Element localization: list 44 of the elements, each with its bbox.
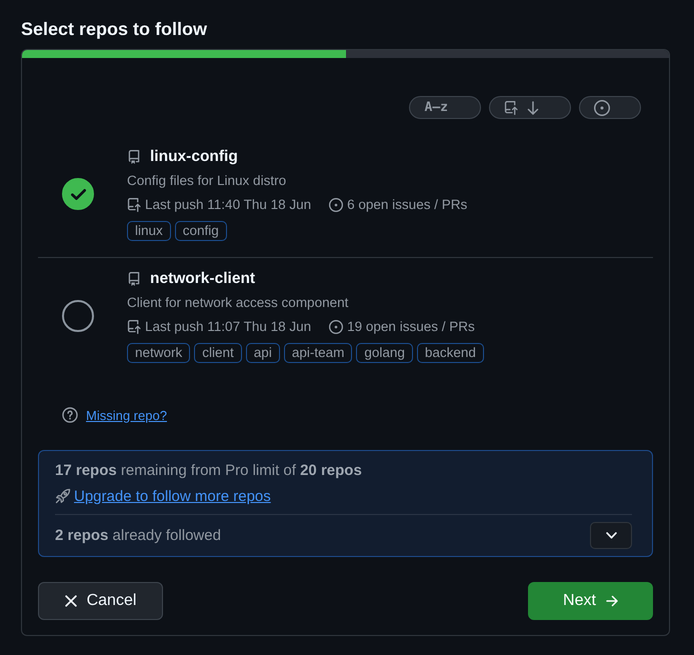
arrow-down-icon: [526, 100, 540, 114]
topic-tag: config: [174, 221, 227, 241]
issue-icon: [329, 320, 344, 334]
next-button[interactable]: Next: [528, 582, 653, 620]
help-icon: [62, 407, 78, 423]
select-toggle[interactable]: [62, 178, 94, 210]
sort-issues-button[interactable]: [579, 96, 641, 119]
last-push-text: Last push 11:07 Thu 18 Jun: [145, 319, 312, 334]
repo-description: Config files for Linux distro: [127, 172, 288, 190]
topic-tag: golang: [356, 343, 413, 363]
issues-count: 19 open issues / PRs: [347, 319, 475, 334]
repo-icon: [127, 150, 141, 164]
upgrade-link[interactable]: Upgrade to follow more repos: [74, 488, 271, 504]
issues-count: 6 open issues / PRs: [347, 197, 468, 212]
issue-icon: [329, 198, 344, 212]
dialog-title: Select repos to follow: [21, 18, 208, 40]
repo-name: network-client: [150, 270, 256, 288]
topic-tag: backend: [416, 343, 484, 363]
arrow-right-icon: [606, 595, 618, 607]
last-push-text: Last push 11:40 Thu 18 Jun: [145, 197, 312, 212]
sort-name-button[interactable]: A–z: [408, 96, 481, 119]
push-icon: [127, 198, 141, 212]
push-icon: [127, 320, 141, 334]
topic-tag: network: [127, 343, 190, 363]
close-icon: [64, 595, 77, 607]
topic-tag: api: [246, 343, 280, 363]
cancel-button[interactable]: Cancel: [38, 582, 163, 620]
check-icon: [70, 188, 86, 200]
repo-description: Client for network access component: [127, 294, 350, 312]
select-toggle[interactable]: [62, 300, 94, 332]
sort-push-button[interactable]: [489, 96, 571, 119]
limit-text: 17 repos remaining from Pro limit of 20 repos: [55, 461, 363, 481]
topic-tag: linux: [127, 221, 171, 241]
push-icon: [504, 100, 518, 114]
repo-name: linux-config: [150, 148, 238, 166]
rocket-icon: [55, 488, 71, 504]
chevron-down-icon: [606, 532, 616, 539]
followed-count: 2 repos already followed: [55, 526, 221, 546]
repo-icon: [127, 272, 141, 286]
topic-tag: client: [194, 343, 242, 363]
expand-button[interactable]: [590, 522, 632, 549]
topic-tag: api-team: [284, 343, 352, 363]
issue-icon: [594, 100, 610, 116]
missing-repo-link[interactable]: Missing repo?: [86, 408, 167, 422]
